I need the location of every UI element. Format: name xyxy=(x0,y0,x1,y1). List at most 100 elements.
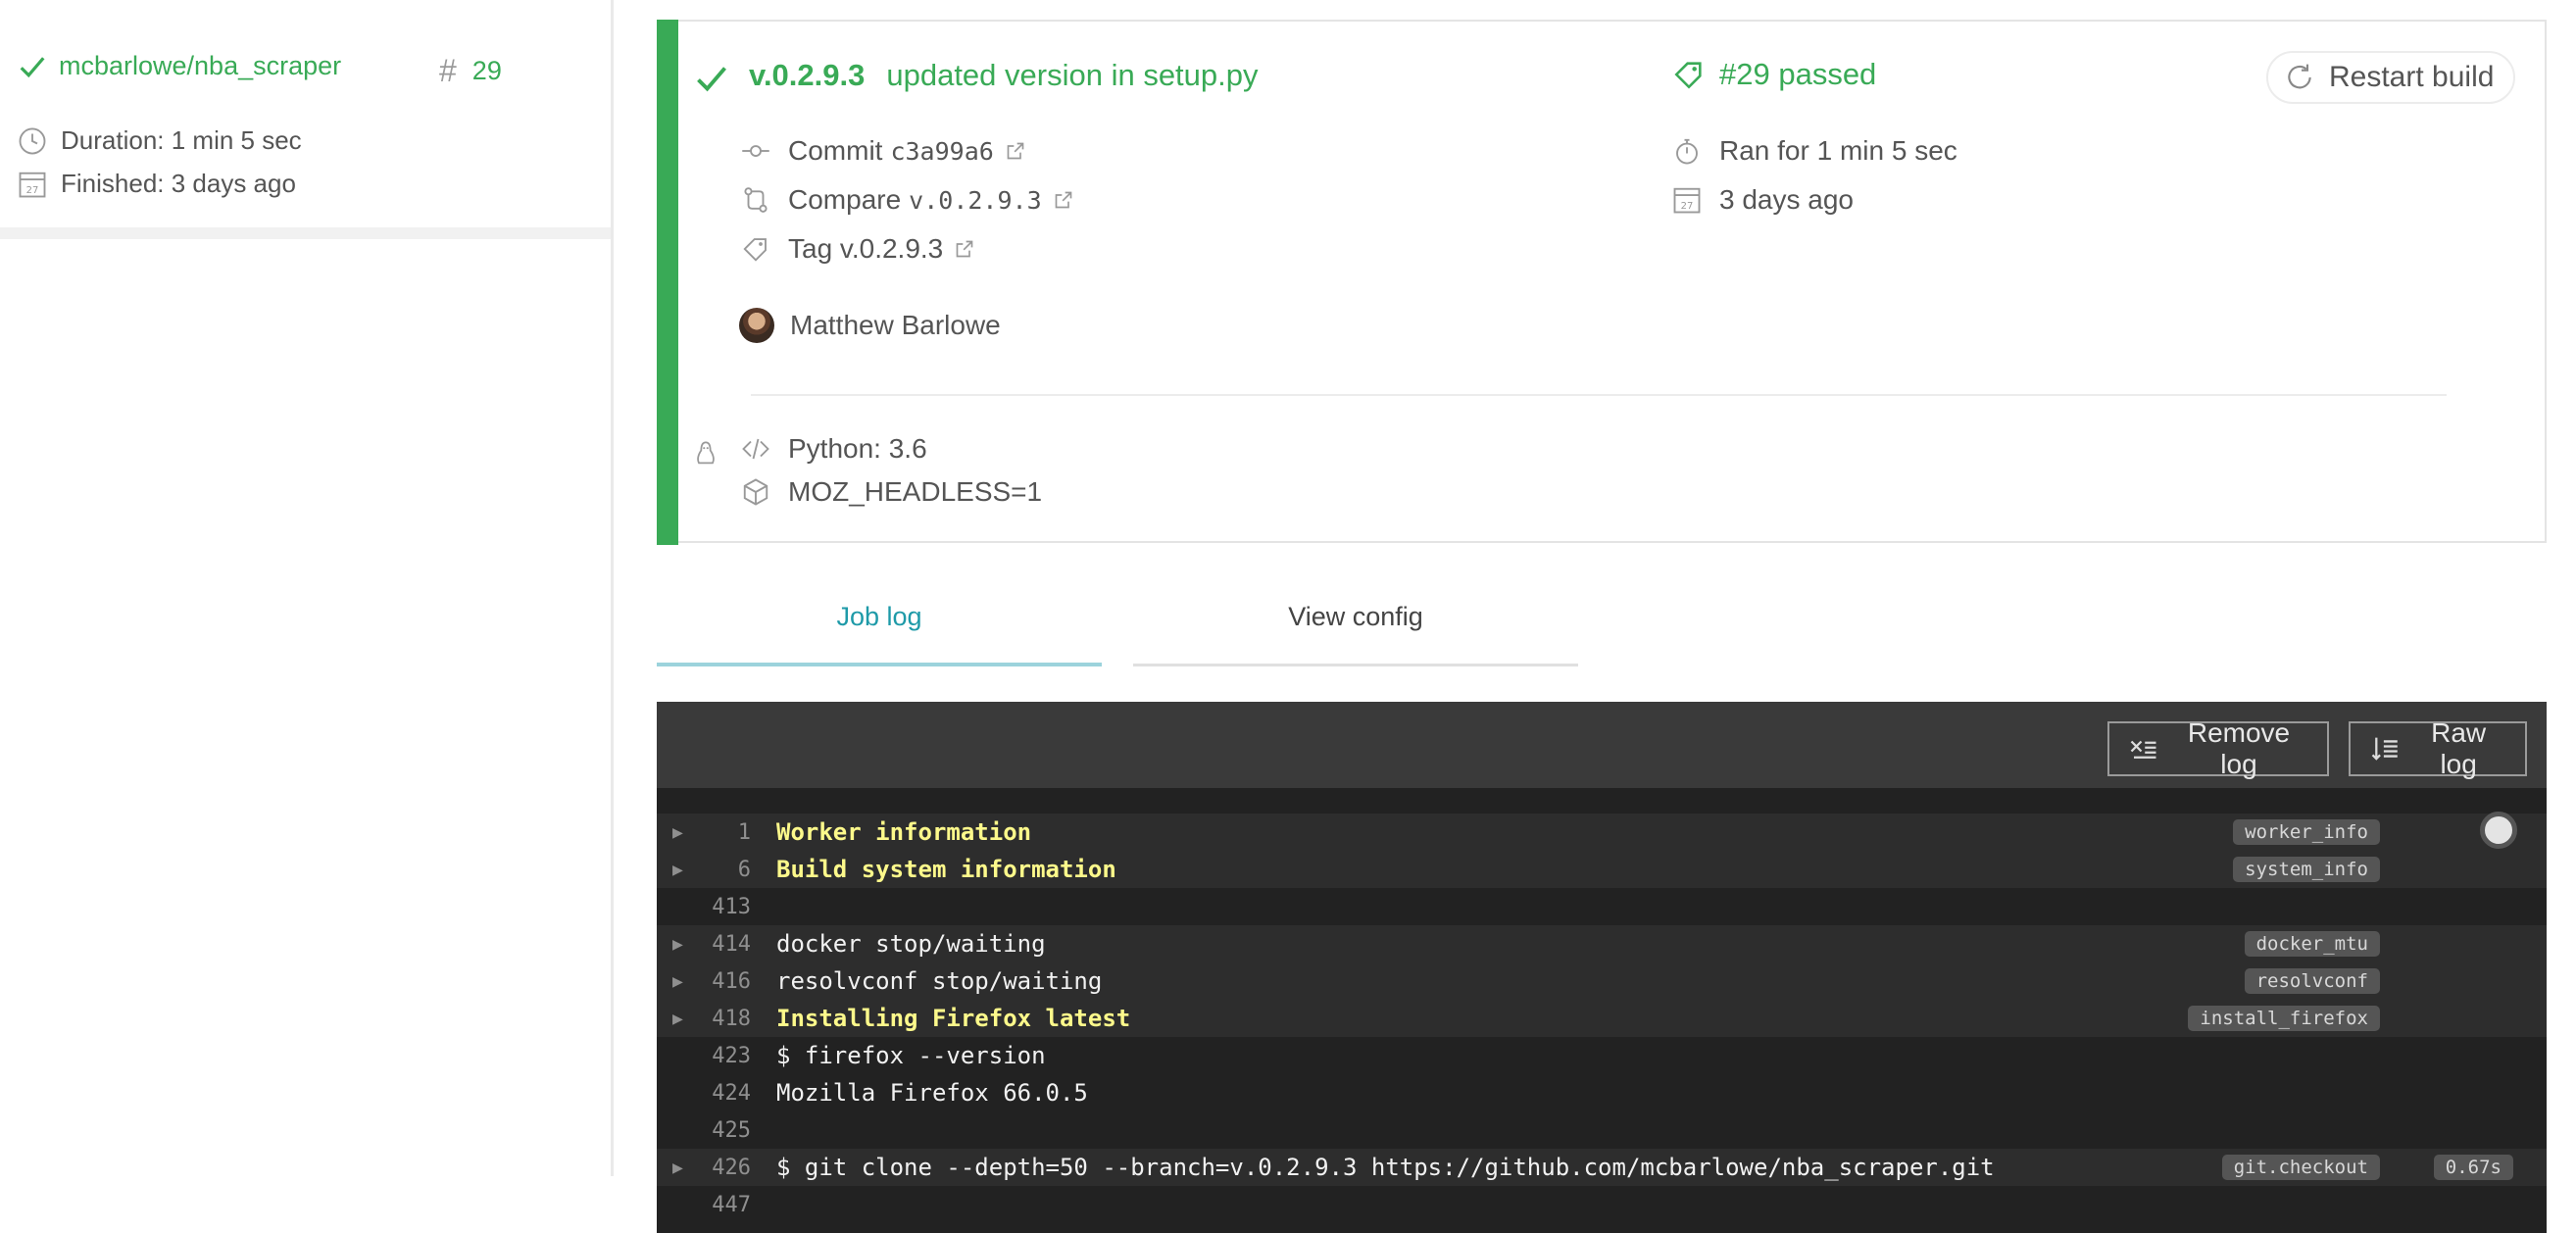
log-line-text: Worker information xyxy=(776,818,1032,846)
log-fold-label: system_info xyxy=(2233,857,2380,882)
log-line-text: $ git clone --depth=50 --branch=v.0.2.9.… xyxy=(776,1154,1995,1181)
commit-sha[interactable]: c3a99a6 xyxy=(890,137,993,166)
author-row: Matthew Barlowe xyxy=(739,308,1001,343)
env-text: MOZ_HEADLESS=1 xyxy=(788,476,1043,507)
build-number[interactable]: 29 xyxy=(472,56,502,86)
compare-label: Compare xyxy=(788,184,902,215)
avatar xyxy=(739,308,774,343)
finished-text: Finished: 3 days ago xyxy=(61,169,296,198)
calendar-icon: 27 xyxy=(1673,187,1701,214)
svg-text:27: 27 xyxy=(26,184,39,195)
finished-ago-text: 3 days ago xyxy=(1719,184,1854,215)
log-line-number[interactable]: 6 xyxy=(676,858,751,882)
calendar-icon: 27 xyxy=(19,172,46,197)
log-line-number[interactable]: 414 xyxy=(676,932,751,957)
finished-row: 27 Finished: 3 days ago xyxy=(18,169,296,199)
linux-icon xyxy=(697,441,715,465)
compare-icon xyxy=(744,187,768,213)
log-line: 425 xyxy=(657,1111,2547,1149)
raw-log-button[interactable]: Raw log xyxy=(2349,717,2527,779)
build-version[interactable]: v.0.2.9.3 xyxy=(749,58,865,93)
log-fold-line[interactable]: ▶ 416 resolvconf stop/waiting resolvconf xyxy=(657,962,2547,1000)
external-link-icon xyxy=(1007,142,1024,160)
tab-job-log[interactable]: Job log xyxy=(657,602,1102,666)
check-icon xyxy=(697,67,726,92)
tag-text[interactable]: Tag v.0.2.9.3 xyxy=(788,233,943,265)
log-line-text: docker stop/waiting xyxy=(776,930,1046,958)
log-line-number[interactable]: 423 xyxy=(676,1044,751,1068)
ran-for-text: Ran for 1 min 5 sec xyxy=(1719,135,1957,166)
sidebar-repo-link[interactable]: mcbarlowe/nba_scraper xyxy=(18,51,341,81)
log-line: 423 $ firefox --version xyxy=(657,1037,2547,1074)
log-line-number[interactable]: 426 xyxy=(676,1156,751,1180)
log-line-text: Build system information xyxy=(776,856,1116,883)
restart-icon xyxy=(2288,64,2311,89)
log-line-number[interactable]: 416 xyxy=(676,969,751,994)
log-line-number[interactable]: 413 xyxy=(676,895,751,919)
card-divider xyxy=(751,394,2447,396)
tag-icon xyxy=(1674,62,1702,89)
build-title: v.0.2.9.3 updated version in setup.py xyxy=(694,55,1259,96)
sidebar-build-number[interactable]: # 29 xyxy=(439,53,502,89)
compare-ref[interactable]: v.0.2.9.3 xyxy=(909,186,1041,215)
log-line-number[interactable]: 447 xyxy=(676,1193,751,1217)
restart-build-button[interactable]: Restart build xyxy=(2266,51,2515,104)
sidebar-divider xyxy=(0,227,611,239)
remove-log-button[interactable]: Remove log xyxy=(2107,717,2329,779)
log-line-number[interactable]: 425 xyxy=(676,1118,751,1143)
external-link-icon xyxy=(1055,191,1071,209)
log-fold-label: install_firefox xyxy=(2188,1006,2380,1031)
author-name: Matthew Barlowe xyxy=(790,310,1001,340)
language-text: Python: 3.6 xyxy=(788,433,927,464)
log-lines: ▶ 1 Worker information worker_info ▶ 6 Build s… xyxy=(657,814,2547,1223)
tag-link[interactable]: Tag v.0.2.9.3 xyxy=(741,233,974,265)
status-bar xyxy=(657,20,678,545)
duration-row: Duration: 1 min 5 sec xyxy=(18,125,302,156)
remove-log-icon xyxy=(2130,740,2156,759)
finished-ago-row: 27 3 days ago xyxy=(1672,184,1854,216)
code-icon xyxy=(742,438,769,460)
package-icon xyxy=(743,478,768,506)
raw-log-icon xyxy=(2371,737,2398,761)
log-fold-label: resolvconf xyxy=(2244,968,2380,994)
job-log-panel: Remove log Raw log ▶ 1 Worker information w… xyxy=(657,702,2547,1233)
language-row: Python: 3.6 xyxy=(741,433,927,465)
compare-link[interactable]: Compare v.0.2.9.3 xyxy=(741,184,1073,216)
log-line-text: resolvconf stop/waiting xyxy=(776,967,1103,995)
commit-icon xyxy=(742,145,769,157)
log-line-text: $ firefox --version xyxy=(776,1042,1046,1069)
tab-view-config[interactable]: View config xyxy=(1133,602,1578,666)
build-status-text[interactable]: #29 passed xyxy=(1719,57,1876,92)
log-line-number[interactable]: 424 xyxy=(676,1081,751,1106)
env-row: MOZ_HEADLESS=1 xyxy=(741,476,1042,508)
log-fold-line[interactable]: ▶ 6 Build system information system_info xyxy=(657,851,2547,888)
log-line: 447 xyxy=(657,1186,2547,1223)
check-icon xyxy=(20,56,45,77)
commit-message: updated version in setup.py xyxy=(886,58,1259,92)
repo-name[interactable]: mcbarlowe/nba_scraper xyxy=(59,51,341,81)
log-toolbar: Remove log Raw log xyxy=(657,702,2547,788)
log-fold-line[interactable]: ▶ 1 Worker information worker_info xyxy=(657,814,2547,851)
log-line: 413 xyxy=(657,888,2547,925)
restart-build-label: Restart build xyxy=(2329,61,2495,93)
log-fold-line[interactable]: ▶ 414 docker stop/waiting docker_mtu xyxy=(657,925,2547,962)
raw-log-label: Raw log xyxy=(2431,717,2487,779)
log-fold-label: worker_info xyxy=(2233,819,2380,845)
duration-text: Duration: 1 min 5 sec xyxy=(61,125,302,155)
clock-icon xyxy=(19,127,46,154)
log-fold-line[interactable]: ▶ 426 $ git clone --depth=50 --branch=v.0.… xyxy=(657,1149,2547,1186)
log-line-number[interactable]: 1 xyxy=(676,820,751,845)
remove-log-label: Remove log xyxy=(2187,717,2291,779)
log-fold-line[interactable]: ▶ 418 Installing Firefox latest install_fir… xyxy=(657,1000,2547,1037)
scroll-to-top-button[interactable] xyxy=(2480,812,2517,849)
hash-icon: # xyxy=(439,53,457,88)
stopwatch-icon xyxy=(1676,138,1698,165)
commit-link[interactable]: Commit c3a99a6 xyxy=(741,135,1025,167)
external-link-icon xyxy=(956,240,973,258)
sidebar: mcbarlowe/nba_scraper # 29 Duration: 1 m… xyxy=(0,0,614,1176)
svg-text:27: 27 xyxy=(1681,201,1694,212)
build-status[interactable]: #29 passed xyxy=(1672,57,1876,92)
log-line-text: Mozilla Firefox 66.0.5 xyxy=(776,1079,1088,1107)
log-line-number[interactable]: 418 xyxy=(676,1007,751,1031)
ran-for-row: Ran for 1 min 5 sec xyxy=(1672,135,1957,167)
